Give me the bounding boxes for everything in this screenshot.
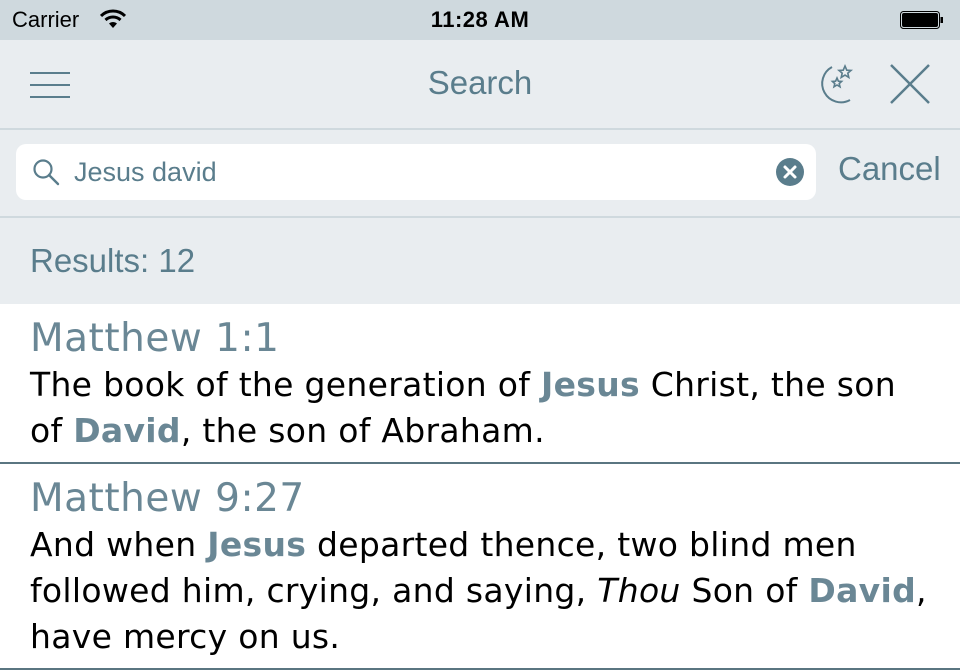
battery-full-icon bbox=[900, 11, 943, 29]
verse-reference: Matthew 9:27 bbox=[30, 476, 305, 521]
search-match-highlight: David bbox=[808, 571, 916, 610]
italic-text: Thou bbox=[597, 571, 681, 610]
search-input[interactable] bbox=[74, 152, 764, 192]
verse-text-segment: And when bbox=[30, 525, 208, 564]
results-header: Results: 12 bbox=[0, 218, 960, 304]
search-field[interactable] bbox=[16, 144, 816, 200]
status-bar: Carrier 11:28 AM bbox=[0, 0, 960, 40]
verse-text-segment: The book of the generation of bbox=[30, 365, 541, 404]
clear-circle-x-icon[interactable] bbox=[776, 158, 804, 186]
search-bar: Cancel bbox=[0, 130, 960, 218]
results-count: Results: 12 bbox=[30, 242, 196, 279]
search-match-highlight: Jesus bbox=[207, 525, 307, 564]
night-mode-moon-stars-icon[interactable] bbox=[812, 62, 860, 106]
navigation-bar: Search bbox=[0, 40, 960, 130]
cancel-button[interactable]: Cancel bbox=[838, 150, 941, 188]
search-match-highlight: Jesus bbox=[541, 365, 640, 404]
verse-reference: Matthew 1:1 bbox=[30, 316, 280, 361]
search-match-highlight: David bbox=[73, 411, 181, 450]
result-list-item[interactable]: Matthew 9:27 And when Jesus departed then… bbox=[0, 464, 960, 670]
verse-text-segment: , the son of Abraham. bbox=[180, 411, 545, 450]
results-list: Matthew 1:1 The book of the generation of… bbox=[0, 304, 960, 670]
status-time: 11:28 AM bbox=[430, 7, 530, 32]
search-icon bbox=[33, 159, 60, 186]
verse-text-segment: Son of bbox=[680, 571, 809, 610]
result-list-item[interactable]: Matthew 1:1 The book of the generation of… bbox=[0, 304, 960, 464]
verse-text: The book of the generation of Jesus Chri… bbox=[30, 362, 930, 454]
verse-text: And when Jesus departed thence, two blin… bbox=[30, 522, 930, 660]
close-x-icon[interactable] bbox=[888, 62, 932, 106]
